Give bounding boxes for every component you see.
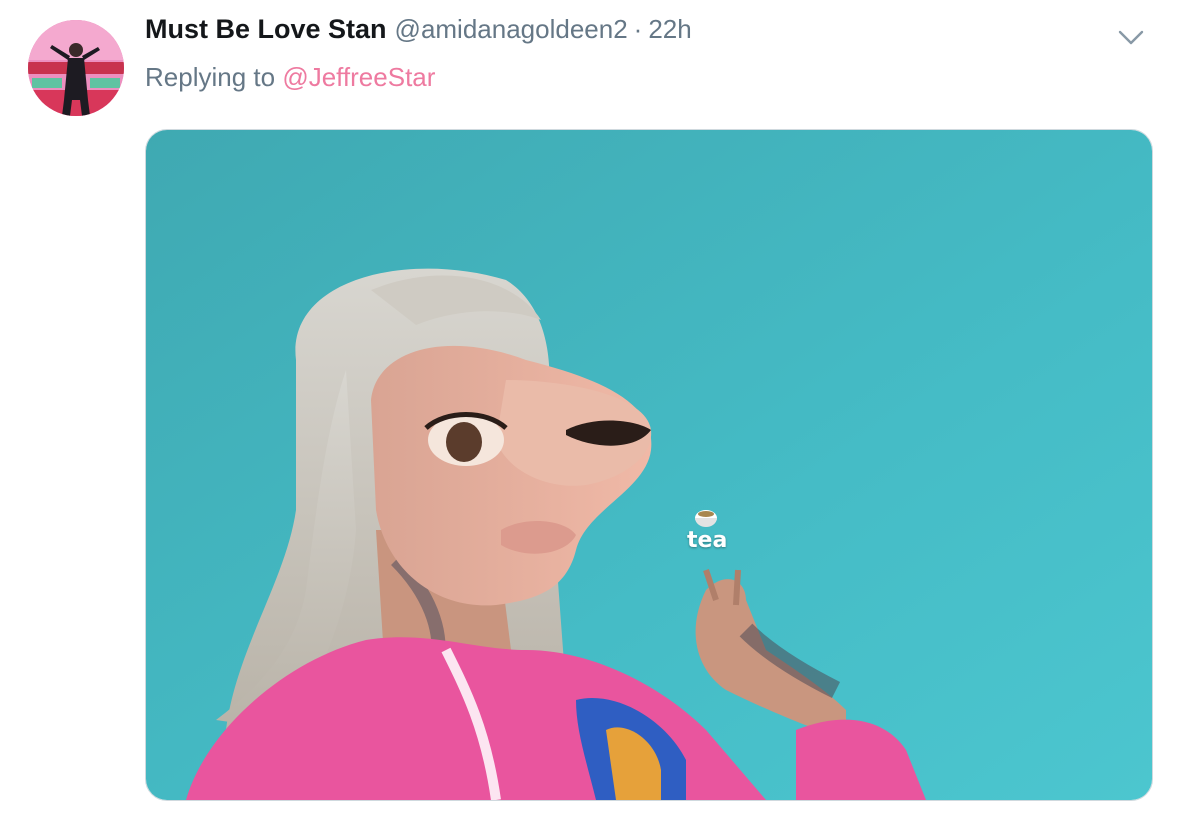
user-handle[interactable]: @amidanagoldeen2 [395,14,628,45]
tweet: Must Be Love Stan @amidanagoldeen2 · 22h… [0,0,1186,818]
reply-prefix: Replying to [145,62,276,92]
avatar[interactable] [28,20,124,116]
display-name[interactable]: Must Be Love Stan [145,14,387,45]
tweet-media[interactable]: tea [145,129,1153,801]
avatar-image [28,20,124,116]
chevron-down-icon[interactable] [1116,24,1146,50]
media-overlay-text: tea [687,528,728,553]
timestamp[interactable]: 22h [648,14,691,45]
reply-mention-link[interactable]: @JeffreeStar [282,62,435,92]
separator-dot: · [633,14,643,44]
media-photo [146,130,1152,800]
reply-context: Replying to @JeffreeStar [145,62,435,93]
tweet-header: Must Be Love Stan @amidanagoldeen2 · 22h [145,14,692,54]
